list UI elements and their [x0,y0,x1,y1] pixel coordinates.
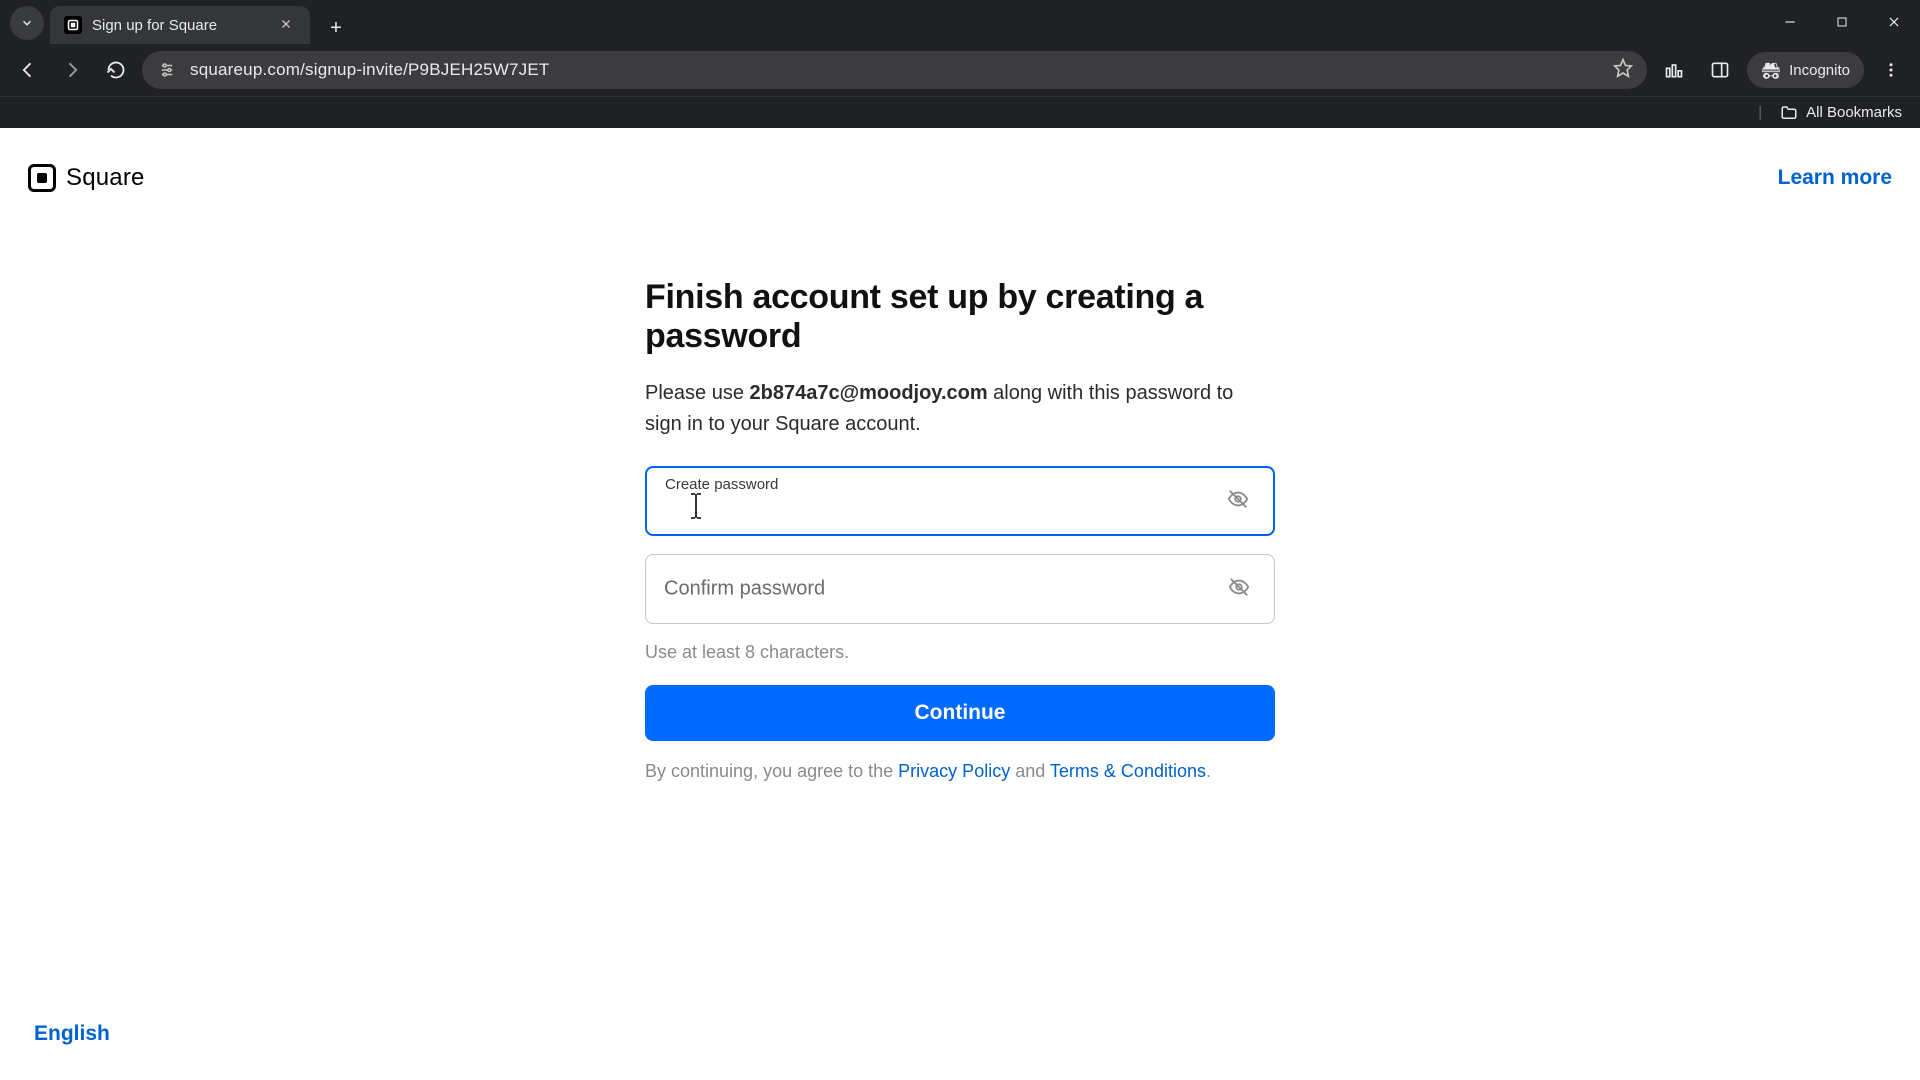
signup-form: Finish account set up by creating a pass… [645,278,1275,782]
confirm-password-input[interactable] [664,578,1222,601]
all-bookmarks-label: All Bookmarks [1806,104,1902,121]
incognito-icon [1761,60,1781,80]
bookmarks-bar: | All Bookmarks [0,96,1920,128]
language-selector[interactable]: English [34,1022,110,1046]
legal-text: By continuing, you agree to the Privacy … [645,761,1275,782]
browser-toolbar: squareup.com/signup-invite/P9BJEH25W7JET… [0,44,1920,96]
tab-close-button[interactable] [276,13,296,38]
subtitle-pre: Please use [645,382,750,404]
close-icon [280,18,292,30]
browser-menu-button[interactable] [1872,51,1910,89]
confirm-password-field[interactable]: Confirm password [645,554,1275,624]
tab-title: Sign up for Square [92,17,266,34]
side-panel-button[interactable] [1701,51,1739,89]
brand[interactable]: Square [28,164,145,192]
new-tab-button[interactable]: + [320,12,352,44]
folder-icon [1780,104,1798,122]
eye-off-icon [1227,488,1249,510]
create-password-input[interactable] [665,499,1221,522]
bookmarks-separator: | [1758,104,1762,121]
account-email: 2b874a7c@moodjoy.com [750,382,988,404]
square-logo-icon [28,164,56,192]
browser-tab[interactable]: Sign up for Square [50,6,310,44]
continue-button[interactable]: Continue [645,685,1275,741]
window-close-button[interactable] [1868,0,1920,44]
page-header: Square Learn more [28,164,1892,192]
bookmark-star-button[interactable] [1613,58,1633,83]
learn-more-link[interactable]: Learn more [1778,166,1892,190]
incognito-label: Incognito [1789,62,1850,79]
address-bar[interactable]: squareup.com/signup-invite/P9BJEH25W7JET [142,51,1647,89]
window-maximize-button[interactable] [1816,0,1868,44]
forward-button[interactable] [54,52,90,88]
url-text: squareup.com/signup-invite/P9BJEH25W7JET [190,60,550,80]
create-password-field[interactable]: Create password [645,466,1275,536]
star-icon [1613,58,1633,78]
toggle-password-visibility-button[interactable] [1221,482,1255,521]
form-subtitle: Please use 2b874a7c@moodjoy.com along wi… [645,378,1275,440]
back-button[interactable] [10,52,46,88]
tab-strip: Sign up for Square + [0,0,1920,44]
brand-name: Square [66,164,145,192]
chevron-down-icon [20,16,34,30]
all-bookmarks-button[interactable]: All Bookmarks [1780,104,1902,122]
toggle-confirm-visibility-button[interactable] [1222,570,1256,609]
legal-post: . [1206,761,1211,781]
form-title: Finish account set up by creating a pass… [645,278,1275,356]
terms-link[interactable]: Terms & Conditions [1050,761,1206,781]
square-favicon [64,16,82,34]
reload-button[interactable] [98,52,134,88]
incognito-indicator[interactable]: Incognito [1747,52,1864,88]
legal-pre: By continuing, you agree to the [645,761,898,781]
media-control-button[interactable] [1655,51,1693,89]
window-controls [1764,0,1920,44]
browser-chrome: Sign up for Square + squareup.com/signup… [0,0,1920,128]
password-hint: Use at least 8 characters. [645,642,1275,663]
page-content: Square Learn more Finish account set up … [0,128,1920,1080]
eye-off-icon [1228,576,1250,598]
window-minimize-button[interactable] [1764,0,1816,44]
legal-mid: and [1010,761,1050,781]
privacy-policy-link[interactable]: Privacy Policy [898,761,1010,781]
site-settings-icon[interactable] [156,59,178,81]
tab-search-button[interactable] [10,6,44,40]
